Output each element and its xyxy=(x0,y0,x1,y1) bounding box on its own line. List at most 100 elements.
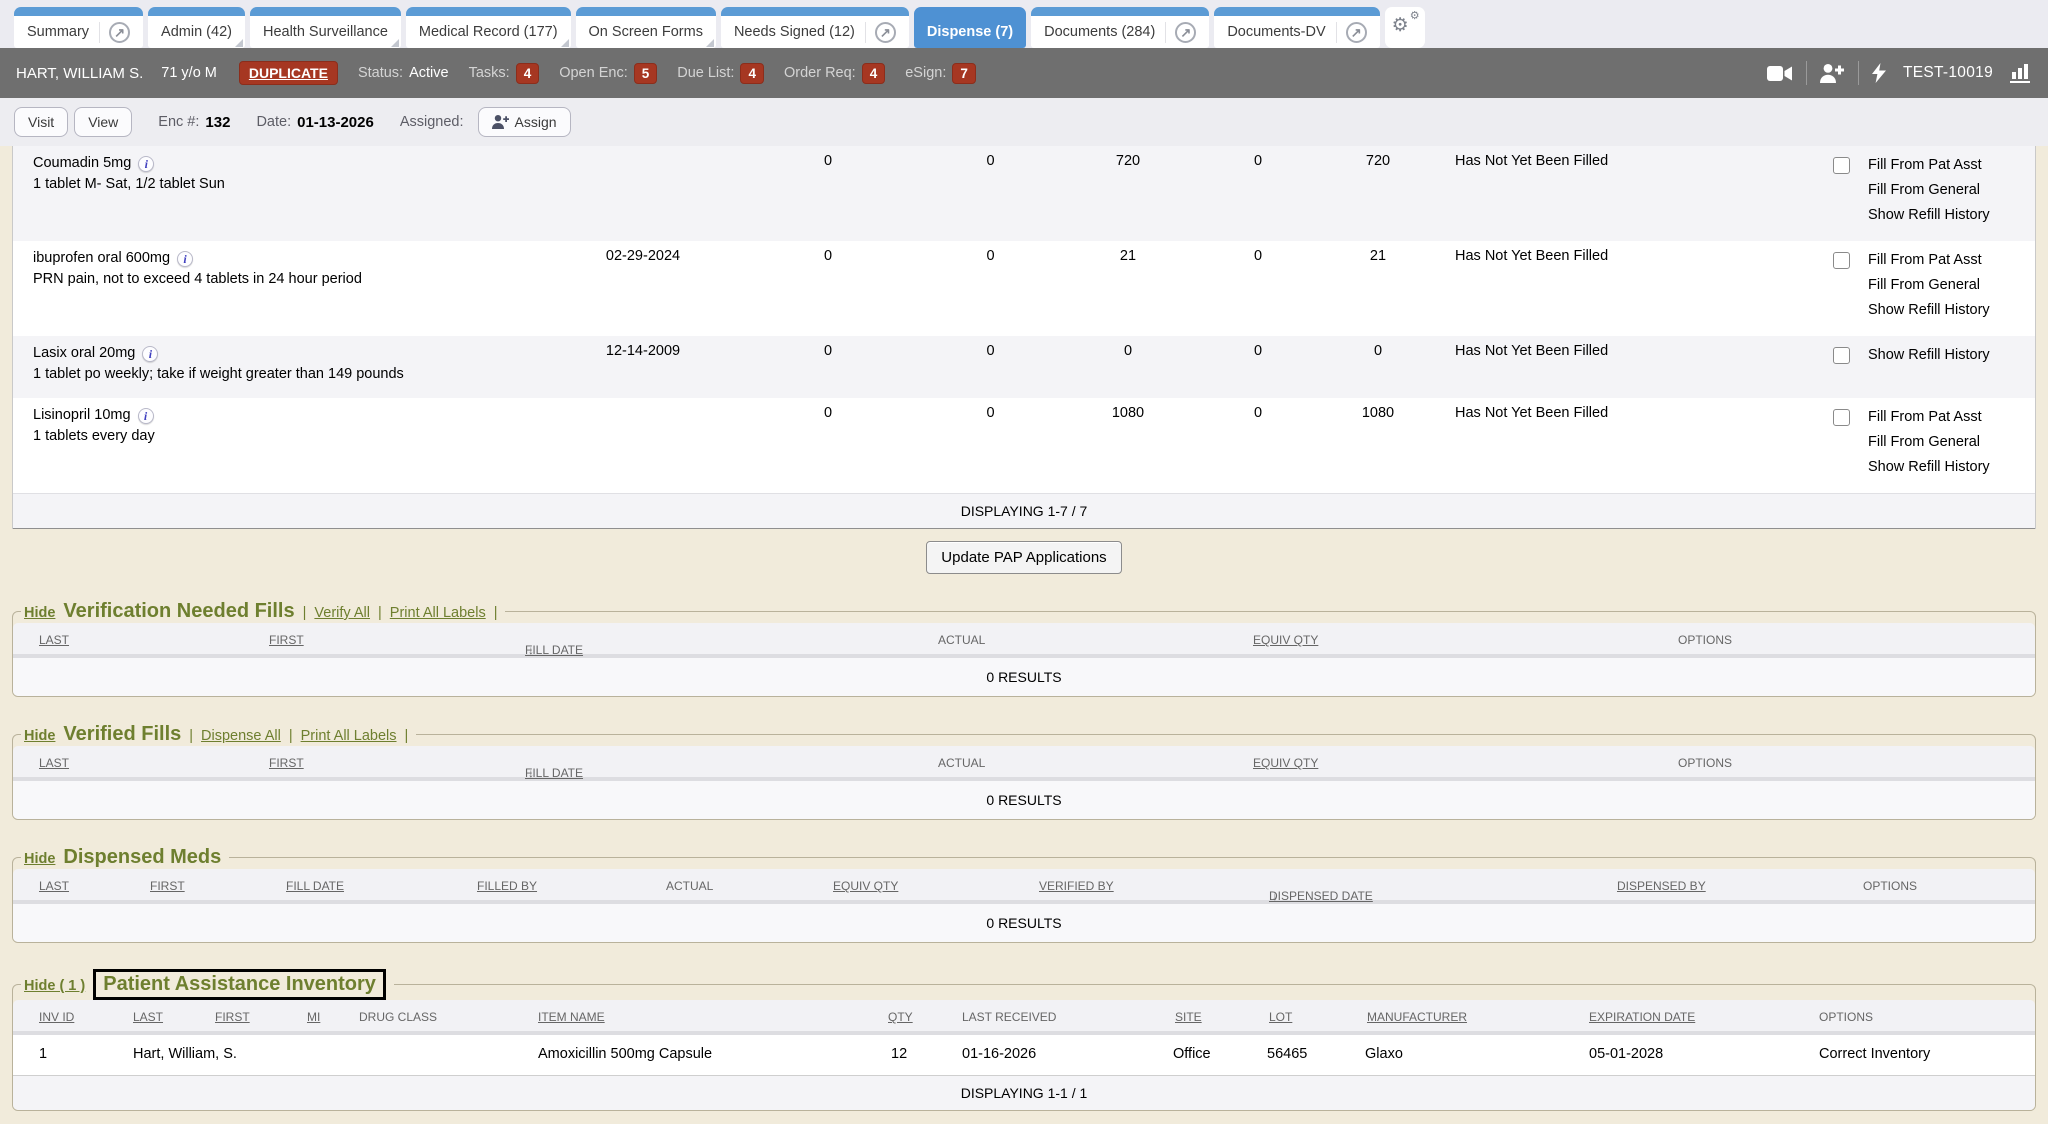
print-all-labels-link[interactable]: Print All Labels xyxy=(390,605,486,621)
update-pap-applications-button[interactable]: Update PAP Applications xyxy=(926,541,1121,574)
col-first[interactable]: FIRST xyxy=(150,879,185,893)
tab-summary[interactable]: Summary ↗ xyxy=(14,7,143,48)
col-dispensed-by[interactable]: DISPENSED BY xyxy=(1617,879,1706,893)
hide-link[interactable]: Hide ( 1 ) xyxy=(24,978,85,994)
col-mi[interactable]: MI xyxy=(307,1010,320,1024)
col-last[interactable]: LAST xyxy=(133,1010,163,1024)
tab-documents[interactable]: Documents (284) ↗ xyxy=(1031,7,1209,48)
correct-inventory-link[interactable]: Correct Inventory xyxy=(1819,1046,1930,1062)
fill-checkbox[interactable] xyxy=(1833,252,1850,269)
med-qty: 0 xyxy=(1203,405,1313,421)
col-actual: ACTUAL xyxy=(938,633,985,647)
open-in-new-window[interactable]: ↗ xyxy=(865,22,896,43)
info-icon[interactable]: i xyxy=(138,408,154,424)
open-in-new-window[interactable]: ↗ xyxy=(1165,22,1196,43)
tasks-count-badge[interactable]: 4 xyxy=(516,63,540,84)
show-refill-history-link[interactable]: Show Refill History xyxy=(1868,343,2035,368)
info-icon[interactable]: i xyxy=(142,346,158,362)
fill-from-general-link[interactable]: Fill From General xyxy=(1868,273,2035,298)
esign-count-badge[interactable]: 7 xyxy=(952,63,976,84)
fill-from-pat-asst-link[interactable]: Fill From Pat Asst xyxy=(1868,405,2035,430)
sort-desc-icon: ↓ xyxy=(1272,889,1278,903)
info-icon[interactable]: i xyxy=(138,156,154,172)
col-equiv-qty[interactable]: EQUIV QTY xyxy=(833,879,898,893)
visit-button[interactable]: Visit xyxy=(14,107,68,137)
med-qty: 1080 xyxy=(1313,405,1443,421)
col-item-name[interactable]: ITEM NAME xyxy=(538,1010,605,1024)
col-first[interactable]: FIRST xyxy=(269,633,304,647)
col-site[interactable]: SITE xyxy=(1175,1010,1202,1024)
view-button[interactable]: View xyxy=(74,107,132,137)
med-qty: 720 xyxy=(1053,153,1203,169)
tab-admin[interactable]: Admin (42) xyxy=(148,7,245,48)
med-qty: 21 xyxy=(1313,248,1443,264)
tab-needs-signed[interactable]: Needs Signed (12) ↗ xyxy=(721,7,909,48)
empty-results: 0 RESULTS xyxy=(13,781,2035,819)
col-first[interactable]: FIRST xyxy=(215,1010,250,1024)
video-visit-icon[interactable] xyxy=(1767,65,1793,82)
fill-from-pat-asst-link[interactable]: Fill From Pat Asst xyxy=(1868,248,2035,273)
patient-stats-icon[interactable] xyxy=(2010,63,2032,83)
expiration-date: 05-01-2028 xyxy=(1589,1046,1663,1062)
col-verified-by[interactable]: VERIFIED BY xyxy=(1039,879,1114,893)
col-first[interactable]: FIRST xyxy=(269,756,304,770)
order-req-count-badge[interactable]: 4 xyxy=(862,63,886,84)
print-all-labels-link[interactable]: Print All Labels xyxy=(301,728,397,744)
col-lot[interactable]: LOT xyxy=(1269,1010,1292,1024)
col-inv-id[interactable]: INV ID xyxy=(39,1010,74,1024)
col-fill-date[interactable]: FILL DATE xyxy=(286,879,344,893)
assign-button[interactable]: Assign xyxy=(478,107,571,137)
medication-table: Coumadin 5mgi 1 tablet M- Sat, 1/2 table… xyxy=(12,146,2036,529)
hide-link[interactable]: Hide xyxy=(24,605,55,621)
assigned-label: Assigned: xyxy=(400,114,464,130)
col-options: OPTIONS xyxy=(1819,1010,1873,1024)
duplicate-badge[interactable]: DUPLICATE xyxy=(239,61,338,85)
col-last[interactable]: LAST xyxy=(39,879,69,893)
show-refill-history-link[interactable]: Show Refill History xyxy=(1868,298,2035,323)
due-list-count-badge[interactable]: 4 xyxy=(740,63,764,84)
med-qty: 0 xyxy=(928,405,1053,421)
col-equiv-qty[interactable]: EQUIV QTY xyxy=(1253,633,1318,647)
tab-settings-button[interactable]: ⚙ ⚙ xyxy=(1385,7,1425,48)
item-qty: 12 xyxy=(891,1046,907,1062)
fill-from-general-link[interactable]: Fill From General xyxy=(1868,178,2035,203)
tab-dispense[interactable]: Dispense (7) xyxy=(914,7,1026,48)
show-refill-history-link[interactable]: Show Refill History xyxy=(1868,203,2035,228)
med-qty: 720 xyxy=(1313,153,1443,169)
col-manufacturer[interactable]: MANUFACTURER xyxy=(1367,1010,1467,1024)
tab-documents-dv[interactable]: Documents-DV ↗ xyxy=(1214,7,1379,48)
hide-link[interactable]: Hide xyxy=(24,851,55,867)
col-dispensed-date[interactable]: DISPENSED DATE xyxy=(1269,889,1373,903)
col-actual: ACTUAL xyxy=(938,756,985,770)
show-refill-history-link[interactable]: Show Refill History xyxy=(1868,455,2035,480)
tab-on-screen-forms[interactable]: On Screen Forms xyxy=(576,7,716,48)
fill-checkbox[interactable] xyxy=(1833,347,1850,364)
open-enc-count-badge[interactable]: 5 xyxy=(634,63,658,84)
inv-id: 1 xyxy=(39,1046,47,1062)
tab-health-surveillance[interactable]: Health Surveillance xyxy=(250,7,401,48)
med-qty: 0 xyxy=(1203,343,1313,359)
col-last[interactable]: LAST xyxy=(39,756,69,770)
col-qty[interactable]: QTY xyxy=(888,1010,913,1024)
medication-row: Lisinopril 10mgi 1 tablets every day 0 0… xyxy=(13,398,2035,493)
add-user-icon[interactable] xyxy=(1820,64,1845,83)
tab-medical-record[interactable]: Medical Record (177) xyxy=(406,7,571,48)
open-in-new-window[interactable]: ↗ xyxy=(99,22,130,43)
col-expiration-date[interactable]: EXPIRATION DATE xyxy=(1589,1010,1695,1024)
fill-from-pat-asst-link[interactable]: Fill From Pat Asst xyxy=(1868,153,2035,178)
info-icon[interactable]: i xyxy=(177,251,193,267)
fill-from-general-link[interactable]: Fill From General xyxy=(1868,430,2035,455)
open-in-new-window[interactable]: ↗ xyxy=(1336,22,1367,43)
hide-link[interactable]: Hide xyxy=(24,728,55,744)
verify-all-link[interactable]: Verify All xyxy=(314,605,370,621)
col-filled-by[interactable]: FILLED BY xyxy=(477,879,537,893)
dispense-all-link[interactable]: Dispense All xyxy=(201,728,281,744)
col-last[interactable]: LAST xyxy=(39,633,69,647)
col-equiv-qty[interactable]: EQUIV QTY xyxy=(1253,756,1318,770)
med-qty: 0 xyxy=(928,343,1053,359)
quick-actions-lightning-icon[interactable] xyxy=(1872,63,1886,83)
fill-status: Has Not Yet Been Filled xyxy=(1443,248,1813,264)
fill-checkbox[interactable] xyxy=(1833,157,1850,174)
empty-results: 0 RESULTS xyxy=(13,658,2035,696)
fill-checkbox[interactable] xyxy=(1833,409,1850,426)
